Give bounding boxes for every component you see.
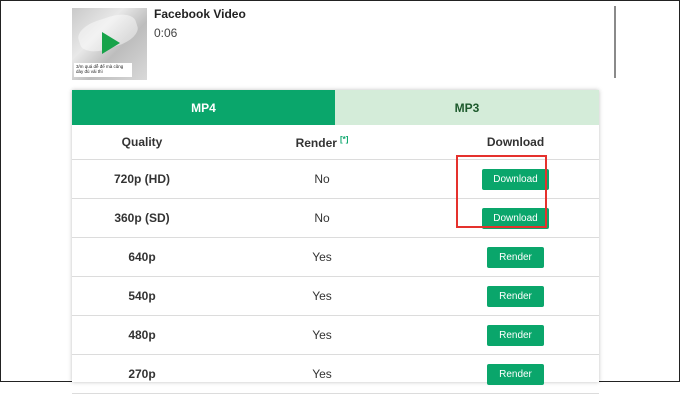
action-cell: Download [432,198,599,238]
header-render: Render [*] [212,125,432,160]
render-button[interactable]: Render [487,324,544,346]
action-cell: Render [432,276,599,316]
format-tabs: MP4 MP3 [72,90,599,125]
tab-mp3[interactable]: MP3 [335,90,599,125]
render-info-link[interactable]: [*] [340,135,348,144]
header-download: Download [432,125,599,160]
render-cell: Yes [212,237,432,277]
table-row: 270p Yes Render [72,354,599,394]
render-cell: Yes [212,354,432,394]
download-button[interactable]: Download [482,207,549,229]
quality-cell: 540p [72,276,212,316]
header-render-label: Render [295,135,337,150]
action-cell: Download [432,159,599,199]
render-cell: Yes [212,276,432,316]
video-duration: 0:06 [154,26,178,40]
download-table: Quality Render [*] Download 720p (HD) No … [72,125,599,394]
render-cell: Yes [212,315,432,355]
download-button[interactable]: Download [482,168,549,190]
table-row: 540p Yes Render [72,276,599,316]
tab-mp4[interactable]: MP4 [72,90,335,125]
quality-cell: 270p [72,354,212,394]
action-cell: Render [432,315,599,355]
table-row: 360p (SD) No Download [72,198,599,238]
render-cell: No [212,159,432,199]
render-cell: No [212,198,432,238]
quality-cell: 720p (HD) [72,159,212,199]
quality-cell: 480p [72,315,212,355]
play-icon[interactable] [102,32,120,54]
action-cell: Render [432,237,599,277]
render-button[interactable]: Render [487,363,544,385]
thumbnail-caption: 3/m quá dễ để mà cũng dày đủ vải thì [74,63,132,77]
quality-cell: 640p [72,237,212,277]
download-card: MP4 MP3 Quality Render [*] Download 720p … [72,90,599,394]
action-cell: Render [432,354,599,394]
table-row: 640p Yes Render [72,237,599,277]
video-title: Facebook Video [154,7,246,21]
render-button[interactable]: Render [487,246,544,268]
video-thumbnail[interactable]: 3/m quá dễ để mà cũng dày đủ vải thì [72,8,147,80]
scrollbar[interactable] [614,6,616,78]
table-row: 480p Yes Render [72,315,599,355]
quality-cell: 360p (SD) [72,198,212,238]
table-header-row: Quality Render [*] Download [72,125,599,160]
table-row: 720p (HD) No Download [72,159,599,199]
header-quality: Quality [72,125,212,160]
render-button[interactable]: Render [487,285,544,307]
